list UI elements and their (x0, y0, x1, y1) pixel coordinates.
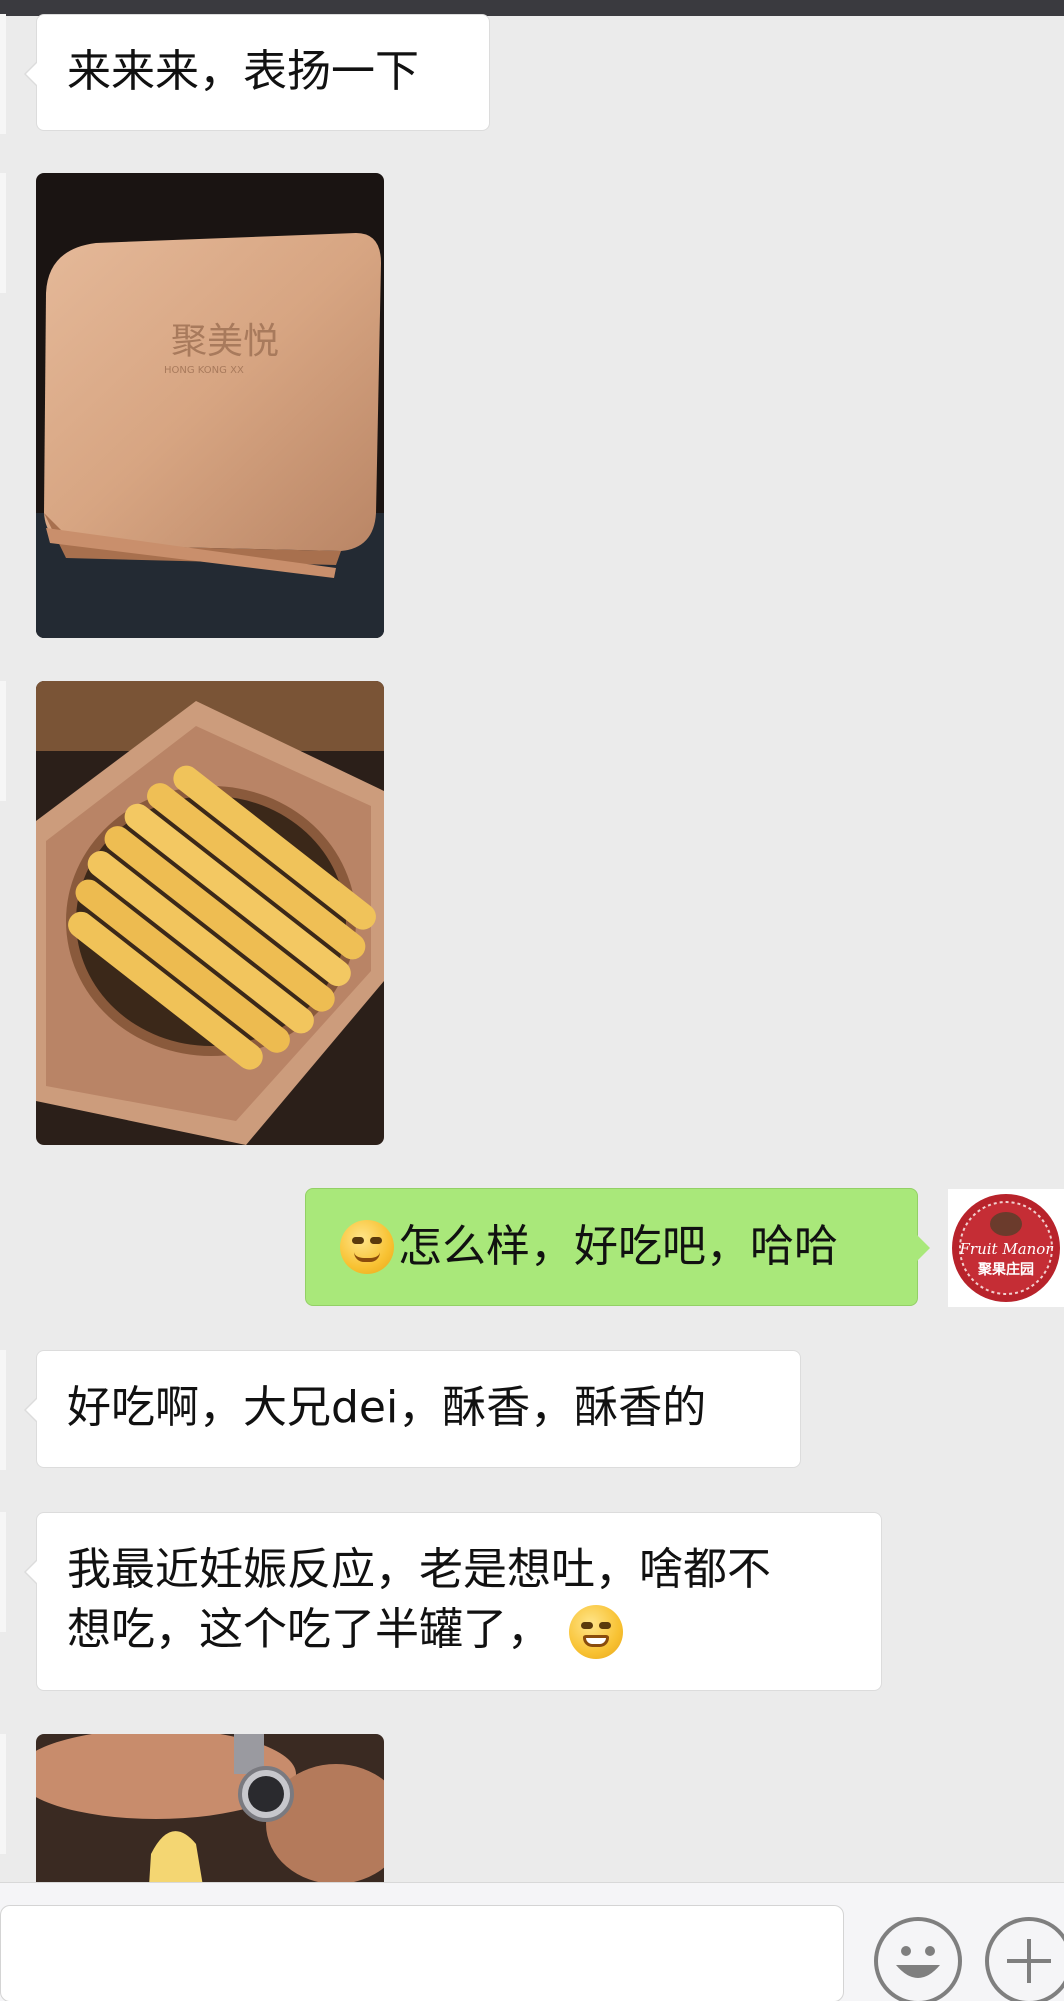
message-bubble-incoming[interactable]: 我最近妊娠反应，老是想吐，啥都不 想吃，这个吃了半罐了， (24, 1512, 882, 1691)
sender-avatar-edge[interactable] (0, 1350, 6, 1470)
chat-input-bar (0, 1882, 1064, 2001)
message-text: 好吃啊，大兄dei，酥香，酥香的 (67, 1382, 707, 1433)
grin-emoji-icon (569, 1605, 623, 1659)
message-input[interactable] (0, 1905, 844, 2001)
sender-avatar-edge[interactable] (0, 173, 6, 293)
plus-icon (1007, 1939, 1051, 1983)
message-text-line2-row: 想吃，这个吃了半罐了， (67, 1600, 851, 1660)
emoji-button[interactable] (874, 1917, 962, 2001)
message-image-hand[interactable] (36, 1734, 384, 1882)
more-button[interactable] (985, 1917, 1064, 2001)
message-bubble-incoming[interactable]: 好吃啊，大兄dei，酥香，酥香的 (24, 1350, 801, 1468)
sender-avatar-edge[interactable] (0, 1512, 6, 1632)
sender-avatar-edge[interactable] (0, 14, 6, 134)
sender-avatar-edge[interactable] (0, 681, 6, 801)
my-avatar[interactable]: Fruit Manor 聚果庄园 (948, 1189, 1064, 1307)
avatar-line1: Fruit Manor (959, 1240, 1054, 1258)
message-image-biscuits[interactable] (36, 681, 384, 1145)
message-bubble-incoming[interactable]: 来来来，表扬一下 (24, 14, 490, 131)
message-image-tin-box[interactable]: 聚美悦 HONG KONG XX (36, 173, 384, 638)
smiley-face-icon (896, 1946, 940, 1978)
avatar-line2: 聚果庄园 (977, 1261, 1034, 1278)
chat-history[interactable]: 来来来，表扬一下 聚美悦 HONG KONG XX 怎么样，好吃吧，哈哈 Fru… (0, 0, 1064, 1882)
smirk-emoji-icon (340, 1220, 394, 1274)
message-bubble-outgoing[interactable]: 怎么样，好吃吧，哈哈 (305, 1188, 930, 1306)
message-text-line1: 我最近妊娠反应，老是想吐，啥都不 (67, 1544, 771, 1595)
message-text: 怎么样，好吃吧，哈哈 (398, 1221, 838, 1272)
message-text: 来来来，表扬一下 (67, 46, 419, 97)
fruit-manor-logo: Fruit Manor 聚果庄园 (952, 1194, 1060, 1302)
biscuits-photo (36, 681, 384, 1145)
tin-box-photo: 聚美悦 HONG KONG XX (36, 173, 384, 638)
tin-logo-text: 聚美悦 (171, 321, 279, 362)
message-text-line2: 想吃，这个吃了半罐了， (67, 1604, 551, 1655)
hand-biscuit-photo (36, 1734, 384, 1882)
sender-avatar-edge[interactable] (0, 1734, 6, 1854)
tin-logo-subtext: HONG KONG XX (164, 365, 244, 376)
